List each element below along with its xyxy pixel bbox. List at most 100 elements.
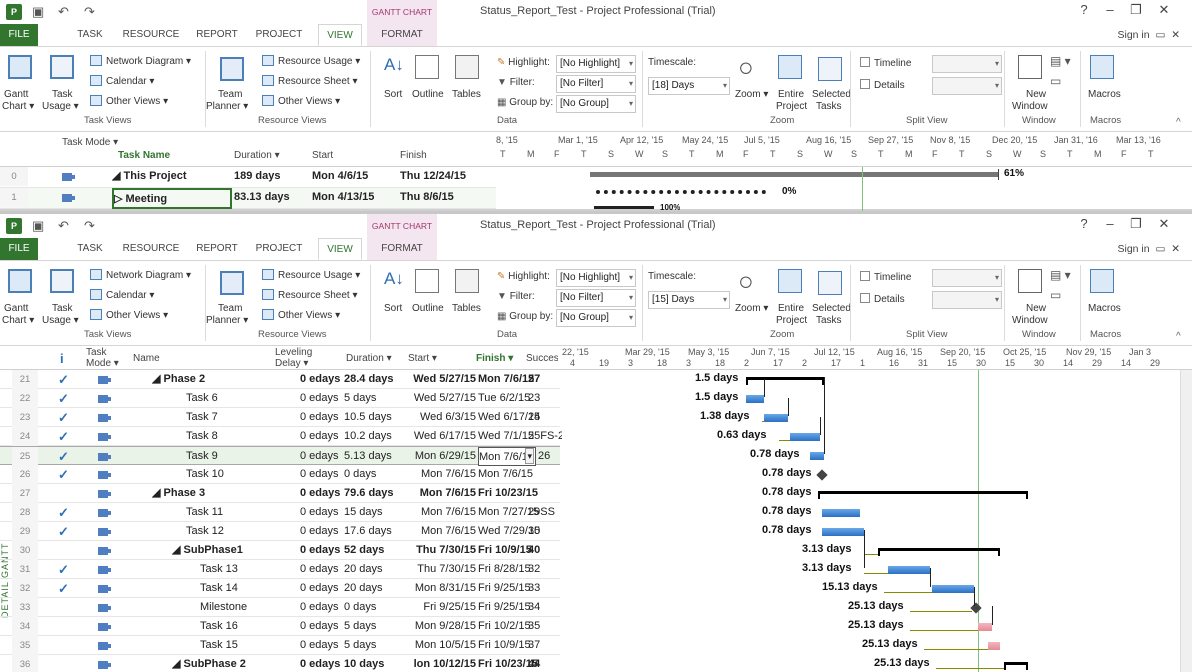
task-row[interactable]: 0 ◢ This Project 189 days Mon 4/6/15 Thu 12/…	[0, 167, 496, 188]
task-row[interactable]: 32 ✓ Task 14 0 edays 20 days Mon 8/31/15 Fri 9…	[0, 579, 560, 598]
gantt-chart-button[interactable]: Gantt	[4, 303, 28, 315]
start-cell[interactable]: Thu 7/30/15	[404, 560, 476, 579]
macros-button[interactable]: Macros	[1088, 89, 1121, 101]
task-bar[interactable]	[746, 395, 764, 403]
col-header-task-mode[interactable]: Task Mode ▾	[86, 347, 128, 369]
start-cell[interactable]: Mon 9/28/15	[404, 617, 476, 636]
duration-cell[interactable]: 10 days	[344, 655, 404, 672]
duration-cell[interactable]: 17.6 days	[344, 522, 404, 541]
col-header-duration[interactable]: Duration ▾	[234, 150, 280, 161]
calendar-button[interactable]: Calendar ▾	[90, 75, 154, 88]
successors-cell[interactable]: 35	[528, 617, 562, 636]
leveling-delay-cell[interactable]: 0 edays	[300, 503, 344, 522]
start-cell[interactable]: Mon 7/6/15	[404, 465, 476, 484]
tables-button[interactable]: Tables	[452, 303, 481, 315]
gantt-chart-icon[interactable]	[8, 55, 32, 79]
milestone-diamond[interactable]	[970, 602, 982, 614]
leveling-delay-cell[interactable]: 0 edays	[300, 636, 344, 655]
duration-cell[interactable]: 5.13 days	[344, 447, 404, 466]
zoom-button[interactable]: Zoom ▾	[735, 89, 768, 101]
col-header-successors[interactable]: Successo	[526, 353, 558, 364]
collapse-icon[interactable]: ◢	[152, 487, 164, 499]
successors-cell[interactable]: 37	[528, 636, 562, 655]
start-cell[interactable]: Mon 4/6/15	[312, 167, 398, 186]
task-bar[interactable]	[932, 585, 974, 593]
macros-icon[interactable]	[1090, 55, 1114, 79]
col-header-finish[interactable]: Finish	[400, 150, 427, 161]
task-name-cell[interactable]: ◢ SubPhase1	[172, 541, 272, 560]
team-planner-button[interactable]: Team	[218, 303, 242, 315]
hide-icon[interactable]: ▭	[1050, 289, 1061, 301]
new-window-icon[interactable]	[1018, 269, 1042, 293]
entire-project-icon[interactable]	[778, 269, 802, 293]
redo-icon[interactable]: ↷	[84, 218, 95, 234]
timeline-checkbox[interactable]: Timeline	[860, 57, 911, 70]
critical-task-bar[interactable]	[988, 642, 1000, 650]
sort-icon[interactable]: A↓	[384, 269, 404, 289]
resource-other-views-button[interactable]: Other Views ▾	[262, 309, 340, 322]
entire-project-button[interactable]: Entire	[778, 89, 804, 101]
successors-cell[interactable]: 25FS-25	[528, 427, 562, 446]
team-planner-button-line2[interactable]: Planner ▾	[206, 101, 248, 113]
summary-bar[interactable]	[746, 377, 824, 385]
minimize-icon[interactable]: –	[1098, 216, 1122, 231]
tables-icon[interactable]	[455, 269, 479, 293]
task-row[interactable]: 30 ◢ SubPhase1 0 edays 52 days Thu 7/30/15 Fr…	[0, 541, 560, 560]
task-name-cell[interactable]: Task 12	[186, 522, 272, 541]
collapse-icon[interactable]: ◢	[172, 658, 184, 670]
arrange-all-icon[interactable]: ▤ ▾	[1050, 269, 1071, 281]
task-bar[interactable]	[810, 452, 824, 460]
duration-cell[interactable]: 28.4 days	[344, 370, 404, 389]
group-by-select[interactable]: [No Group] ▾	[556, 95, 636, 113]
resource-usage-button[interactable]: Resource Usage ▾	[262, 269, 360, 282]
task-name-cell[interactable]: ◢ Phase 3	[152, 484, 272, 503]
start-cell[interactable]: lon 10/12/15	[404, 655, 476, 672]
tab-view[interactable]: VIEW	[318, 24, 362, 46]
task-name-cell[interactable]: Task 8	[186, 427, 272, 446]
leveling-delay-cell[interactable]: 0 edays	[300, 370, 344, 389]
task-row[interactable]: 35 Task 15 0 edays 5 days Mon 10/5/15 Fri 10/…	[0, 636, 560, 655]
task-row[interactable]: 34 Task 16 0 edays 5 days Mon 9/28/15 Fri 10/…	[0, 617, 560, 636]
task-bar[interactable]	[822, 509, 860, 517]
start-cell[interactable]: Wed 6/17/15	[404, 427, 476, 446]
network-diagram-button[interactable]: Network Diagram ▾	[90, 269, 191, 282]
duration-cell[interactable]: 10.2 days	[344, 427, 404, 446]
network-diagram-button[interactable]: Network Diagram ▾	[90, 55, 191, 68]
col-header-leveling-delay[interactable]: Leveling Delay ▾	[275, 347, 325, 369]
finish-cell[interactable]: Mon 7/6/1 ▾	[478, 447, 536, 466]
task-row[interactable]: 26 ✓ Task 10 0 edays 0 days Mon 7/6/15 Mon 7/6…	[0, 465, 560, 484]
new-window-button-line2[interactable]: Window	[1012, 315, 1048, 327]
summary-bar[interactable]	[818, 491, 1028, 499]
successors-cell[interactable]	[528, 465, 562, 484]
start-cell[interactable]: Mon 7/6/15	[404, 503, 476, 522]
duration-cell[interactable]: 79.6 days	[344, 484, 404, 503]
new-window-button[interactable]: New	[1026, 303, 1046, 315]
duration-cell[interactable]: 5 days	[344, 389, 404, 408]
task-mode-icon[interactable]	[62, 188, 92, 207]
resource-other-views-button[interactable]: Other Views ▾	[262, 95, 340, 108]
task-row[interactable]: 33 Milestone 0 edays 0 days Fri 9/25/15 Fri 9…	[0, 598, 560, 617]
filter-select[interactable]: [No Filter] ▾	[556, 289, 636, 307]
start-cell[interactable]: Mon 7/6/15	[404, 484, 476, 503]
duration-cell[interactable]: 83.13 days	[234, 188, 304, 207]
tab-format[interactable]: FORMAT	[367, 24, 437, 46]
leveling-delay-cell[interactable]: 0 edays	[300, 598, 344, 617]
resource-sheet-button[interactable]: Resource Sheet ▾	[262, 75, 358, 88]
task-name-cell[interactable]: Task 7	[186, 408, 272, 427]
duration-cell[interactable]: 15 days	[344, 503, 404, 522]
zoom-icon[interactable]: ○	[738, 53, 754, 81]
outline-button[interactable]: Outline	[412, 89, 444, 101]
timeline-select[interactable]: ▾	[932, 269, 1002, 287]
sign-in-link[interactable]: Sign in ▭ ✕	[1118, 24, 1181, 46]
zoom-icon[interactable]: ○	[738, 267, 754, 295]
calendar-button[interactable]: Calendar ▾	[90, 289, 154, 302]
details-select[interactable]: ▾	[932, 291, 1002, 309]
gantt-chart-button-line2[interactable]: Chart ▾	[2, 101, 34, 113]
help-icon[interactable]: ?	[1072, 2, 1096, 17]
details-select[interactable]: ▾	[932, 77, 1002, 95]
start-cell[interactable]: Mon 7/6/15	[404, 522, 476, 541]
tab-file[interactable]: FILE	[0, 24, 38, 46]
task-row[interactable]: 22 ✓ Task 60 edays 5 days Wed 5/27/15 Tue 6/2…	[0, 389, 560, 408]
row-number[interactable]: 1	[0, 188, 28, 207]
restore-icon[interactable]: ❐	[1124, 2, 1148, 18]
